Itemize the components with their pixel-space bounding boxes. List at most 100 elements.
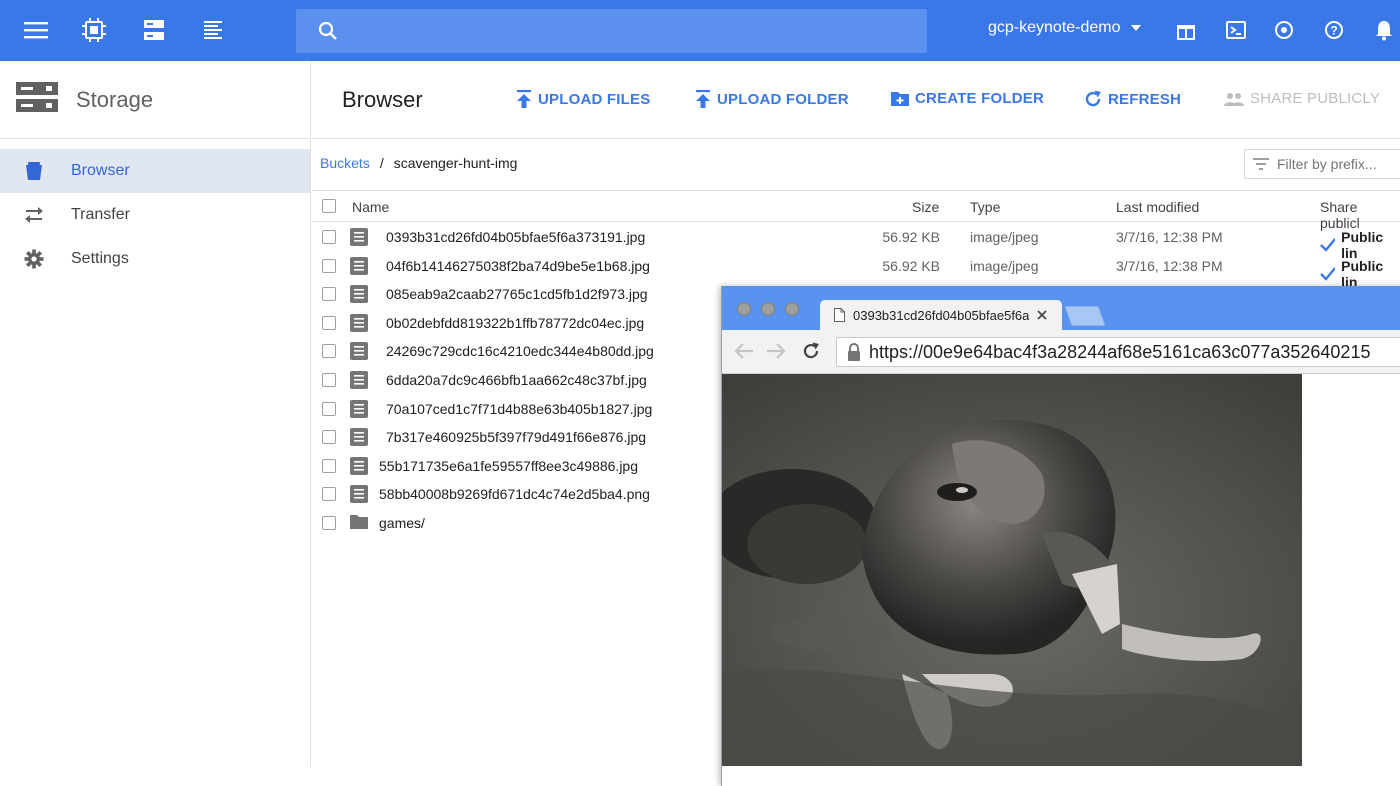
row-checkbox[interactable] xyxy=(322,230,336,244)
upload-files-button[interactable]: UPLOAD FILES xyxy=(516,90,650,108)
sidebar-header: Storage xyxy=(0,61,310,139)
share-publicly-button[interactable]: SHARE PUBLICLY xyxy=(1224,90,1380,107)
file-name-link[interactable]: 70a107ced1c7f71d4b88e63b405b1827.jpg xyxy=(386,401,652,417)
page-icon xyxy=(834,308,845,322)
file-icon xyxy=(350,399,368,421)
storage-product-icon xyxy=(16,82,58,117)
reload-icon[interactable] xyxy=(802,342,820,365)
breadcrumb-buckets-link[interactable]: Buckets xyxy=(320,155,370,171)
browser-tab[interactable]: 0393b31cd26fd04b05bfae5f6a373191.jpg xyxy=(820,300,1062,330)
lock-icon xyxy=(848,343,860,361)
cloud-shell-icon[interactable] xyxy=(1220,14,1252,46)
close-window-button[interactable] xyxy=(737,302,751,316)
new-tab-button[interactable] xyxy=(1064,306,1106,326)
table-row[interactable]: 0393b31cd26fd04b05bfae5f6a373191.jpg 56.9… xyxy=(312,223,1400,261)
file-name-link[interactable]: 55b171735e6a1fe59557ff8ee3c49886.jpg xyxy=(379,458,638,474)
file-name-link[interactable]: 085eab9a2caab27765c1cd5fb1d2f973.jpg xyxy=(386,286,648,302)
file-size: 56.92 KB xyxy=(882,257,940,274)
sidebar-item-label: Settings xyxy=(71,250,129,267)
file-icon xyxy=(350,342,368,363)
select-all-checkbox[interactable] xyxy=(322,199,336,213)
row-checkbox[interactable] xyxy=(322,430,336,445)
create-folder-icon xyxy=(891,92,909,106)
checkmark-icon xyxy=(1320,238,1336,252)
row-checkbox[interactable] xyxy=(322,344,336,359)
back-arrow-icon[interactable] xyxy=(734,342,754,365)
create-folder-button[interactable]: CREATE FOLDER xyxy=(891,90,1044,107)
svg-text:?: ? xyxy=(1330,24,1337,38)
image-viewer xyxy=(722,374,1400,786)
create-folder-label: CREATE FOLDER xyxy=(915,90,1044,107)
filter-input[interactable] xyxy=(1277,156,1397,172)
refresh-icon xyxy=(1085,90,1101,107)
checkmark-icon xyxy=(1320,266,1336,281)
column-modified-header[interactable]: Last modified xyxy=(1116,199,1199,215)
file-name-link[interactable]: 0b02debfdd819322b1ffb78772dc04ec.jpg xyxy=(386,315,644,331)
file-name-link[interactable]: games/ xyxy=(379,515,425,531)
maximize-window-button[interactable] xyxy=(785,302,799,316)
project-selector[interactable]: gcp-keynote-demo xyxy=(988,19,1141,37)
menu-icon[interactable] xyxy=(20,14,52,46)
file-icon xyxy=(350,485,368,506)
notifications-chat-icon[interactable] xyxy=(1268,14,1300,46)
upload-folder-button[interactable]: UPLOAD FOLDER xyxy=(695,90,849,108)
sidebar-item-settings[interactable]: Settings xyxy=(0,237,310,281)
row-checkbox[interactable] xyxy=(322,373,336,387)
url-text: https://00e9e64bac4f3a28244af68e5161ca63… xyxy=(869,341,1371,362)
transfer-icon xyxy=(0,207,71,223)
file-name-link[interactable]: 7b317e460925b5f397f79d491f66e876.jpg xyxy=(386,429,646,445)
row-checkbox[interactable] xyxy=(322,258,336,273)
column-type-header[interactable]: Type xyxy=(970,199,1000,215)
storage-icon[interactable] xyxy=(138,14,170,46)
sidebar-title: Storage xyxy=(76,86,154,112)
file-name-link[interactable]: 6dda20a7dc9c466bfb1aa662c48c37bf.jpg xyxy=(386,372,647,388)
share-publicly-label: SHARE PUBLICLY xyxy=(1250,90,1381,107)
sidebar-nav: Browser Transfer Settings xyxy=(0,149,310,281)
row-checkbox[interactable] xyxy=(322,516,336,530)
close-icon[interactable] xyxy=(1037,310,1047,320)
row-checkbox[interactable] xyxy=(322,315,336,330)
minimize-window-button[interactable] xyxy=(761,302,775,316)
file-name-link[interactable]: 04f6b14146275038f2ba74d9be5e1b68.jpg xyxy=(386,258,650,274)
search-bar[interactable] xyxy=(296,9,927,53)
folder-icon xyxy=(350,514,368,532)
upload-files-label: UPLOAD FILES xyxy=(538,90,651,108)
gift-icon[interactable] xyxy=(1170,14,1202,46)
row-checkbox[interactable] xyxy=(322,487,336,502)
forward-arrow-icon[interactable] xyxy=(766,342,786,365)
bucket-icon xyxy=(0,161,71,181)
logs-icon[interactable] xyxy=(197,14,229,46)
chevron-down-icon xyxy=(1130,25,1141,31)
compute-icon[interactable] xyxy=(78,14,110,46)
row-checkbox[interactable] xyxy=(322,458,336,473)
file-name-link[interactable]: 0393b31cd26fd04b05bfae5f6a373191.jpg xyxy=(386,229,645,245)
tab-title: 0393b31cd26fd04b05bfae5f6a373191.jpg xyxy=(853,307,1029,323)
browser-window: 0393b31cd26fd04b05bfae5f6a373191.jpg htt… xyxy=(721,286,1400,786)
file-icon xyxy=(350,371,368,392)
row-checkbox[interactable] xyxy=(322,401,336,416)
table-header: Name Size Type Last modified Share publi… xyxy=(312,190,1400,231)
bell-icon[interactable] xyxy=(1368,14,1400,46)
table-row[interactable]: 04f6b14146275038f2ba74d9be5e1b68.jpg 56.9… xyxy=(312,252,1400,290)
file-name-link[interactable]: 24269c729cdc16c4210edc344e4b80dd.jpg xyxy=(386,343,654,359)
refresh-button[interactable]: REFRESH xyxy=(1084,90,1181,108)
help-icon[interactable]: ? xyxy=(1318,14,1350,46)
sidebar-item-label: Transfer xyxy=(71,206,130,223)
sidebar-item-browser[interactable]: Browser xyxy=(0,149,310,193)
file-icon xyxy=(350,456,368,478)
column-name-header[interactable]: Name xyxy=(352,199,389,215)
file-icon xyxy=(350,313,368,335)
filter-icon xyxy=(1253,158,1269,170)
file-modified: 3/7/16, 12:38 PM xyxy=(1116,257,1223,274)
sidebar: Storage Browser Transfer Settings xyxy=(0,61,311,767)
sidebar-item-transfer[interactable]: Transfer xyxy=(0,193,310,237)
filter-box[interactable] xyxy=(1244,149,1400,179)
search-input[interactable] xyxy=(352,9,912,53)
breadcrumb-current: scavenger-hunt-img xyxy=(393,155,518,171)
column-size-header[interactable]: Size xyxy=(912,199,939,215)
file-icon xyxy=(350,428,368,449)
address-bar[interactable]: https://00e9e64bac4f3a28244af68e5161ca63… xyxy=(836,337,1400,367)
file-name-link[interactable]: 58bb40008b9269fd671dc4c74e2d5ba4.png xyxy=(379,486,650,502)
file-icon xyxy=(350,228,368,249)
row-checkbox[interactable] xyxy=(322,287,336,302)
